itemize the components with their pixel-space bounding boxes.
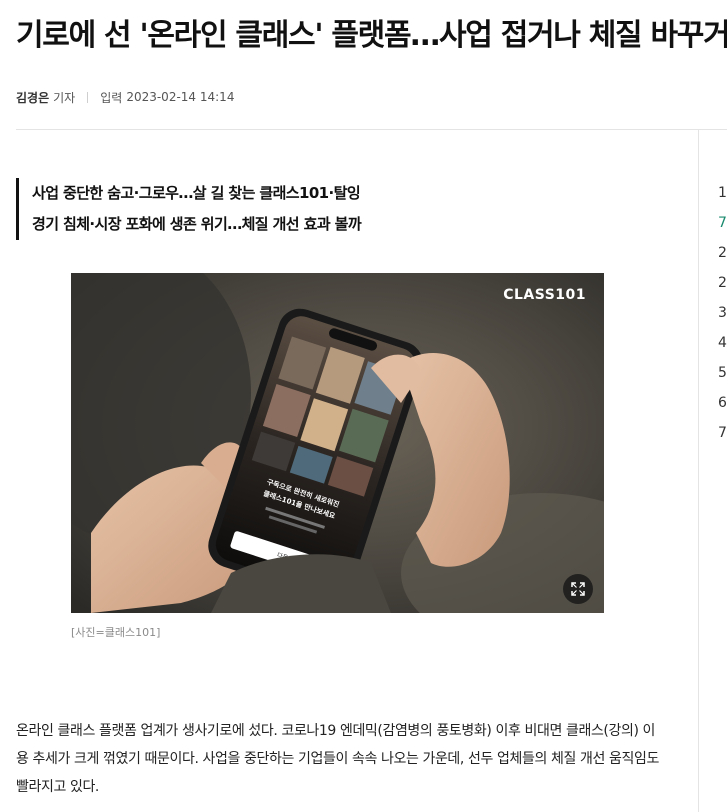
reporter-role: 기자 bbox=[53, 90, 76, 105]
subhead-line: 사업 중단한 숨고·그로우…살 길 찾는 클래스101·탈잉 bbox=[32, 184, 361, 202]
sidebar-rank-item[interactable]: 7 bbox=[718, 418, 727, 448]
article-headline: 기로에 선 '온라인 클래스' 플랫폼…사업 접거나 체질 바꾸거나 bbox=[16, 18, 727, 53]
sidebar-rank-item[interactable]: 5 bbox=[718, 358, 727, 388]
expand-icon bbox=[571, 582, 585, 596]
brand-logo: CLASS101 bbox=[503, 287, 586, 303]
byline: 김경은 기자 입력 2023-02-14 14:14 bbox=[16, 88, 234, 106]
sidebar-rank-item[interactable]: 7 bbox=[718, 208, 727, 238]
expand-photo-button[interactable] bbox=[563, 574, 593, 604]
article-subheads: 사업 중단한 숨고·그로우…살 길 찾는 클래스101·탈잉 경기 침체·시장 … bbox=[16, 178, 676, 240]
header-divider bbox=[16, 129, 727, 130]
sidebar-ranking-peek: 1 7 2 2 3 4 5 6 7 bbox=[718, 178, 727, 478]
photo-caption: [사진=클래스101] bbox=[71, 626, 161, 639]
subhead-line: 경기 침체·시장 포화에 생존 위기…체질 개선 효과 볼까 bbox=[32, 215, 362, 233]
byline-divider bbox=[87, 91, 89, 103]
reporter-name[interactable]: 김경은 bbox=[16, 89, 49, 106]
sidebar-rank-item[interactable]: 1 bbox=[718, 178, 727, 208]
sidebar-rank-item[interactable]: 3 bbox=[718, 298, 727, 328]
article-paragraph: 온라인 클래스 플랫폼 업계가 생사기로에 섰다. 코로나19 엔데믹(감염병의… bbox=[16, 723, 659, 795]
article-photo[interactable]: 구독으로 완전히 새로워진 클래스101을 만나보세요 다음 CLASS101 bbox=[71, 273, 604, 613]
photo-illustration: 구독으로 완전히 새로워진 클래스101을 만나보세요 다음 bbox=[71, 273, 604, 613]
published-label: 입력 bbox=[100, 90, 123, 105]
sidebar-divider bbox=[698, 130, 699, 812]
sidebar-rank-item[interactable]: 2 bbox=[718, 238, 727, 268]
sidebar-rank-item[interactable]: 2 bbox=[718, 268, 727, 298]
sidebar-rank-item[interactable]: 4 bbox=[718, 328, 727, 358]
sidebar-rank-item[interactable]: 6 bbox=[718, 388, 727, 418]
published-date: 2023-02-14 14:14 bbox=[126, 90, 235, 104]
